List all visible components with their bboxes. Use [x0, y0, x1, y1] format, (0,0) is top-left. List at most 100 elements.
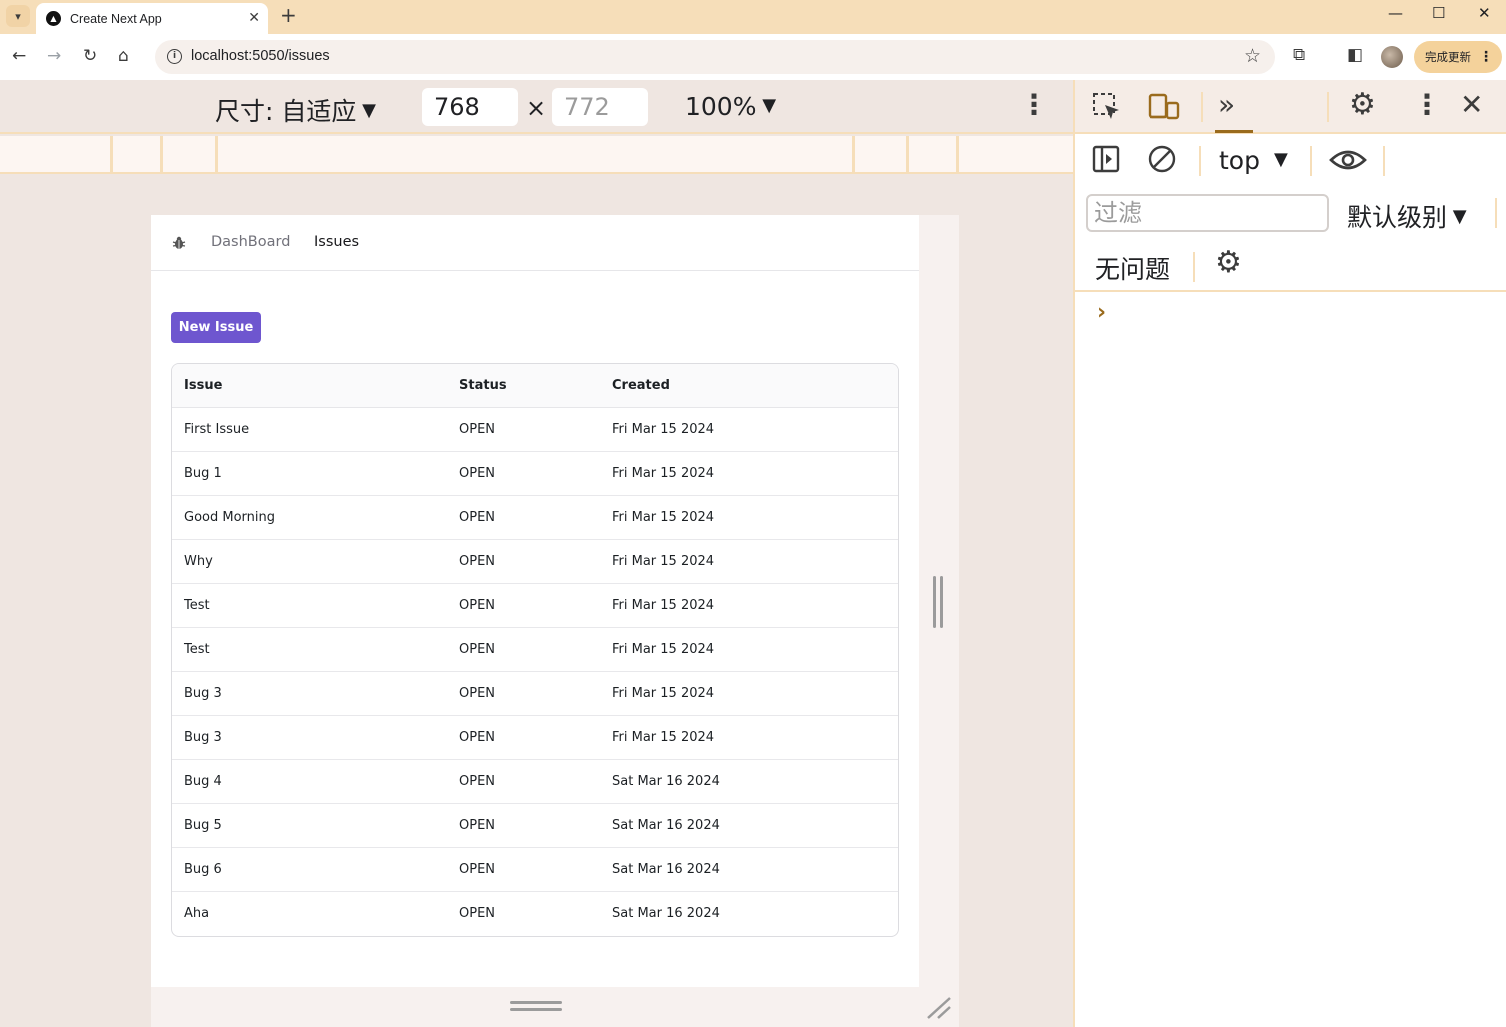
viewport-resize-corner-icon[interactable] [924, 994, 954, 1020]
table-row[interactable]: Bug 1 OPEN Fri Mar 15 2024 [172, 452, 898, 496]
issue-title-cell[interactable]: Aha [184, 906, 209, 921]
issue-title-cell[interactable]: First Issue [184, 422, 249, 437]
media-query-marker[interactable] [160, 136, 163, 172]
issues-table: Issue Status Created First Issue OPEN Fri … [171, 363, 899, 937]
extensions-icon[interactable]: ⧉ [1293, 45, 1305, 65]
more-vertical-icon[interactable]: ⋮ [1413, 90, 1441, 120]
issue-status-cell: OPEN [459, 554, 496, 569]
table-row[interactable]: Test OPEN Fri Mar 15 2024 [172, 584, 898, 628]
clear-console-icon[interactable] [1147, 144, 1177, 174]
console-filter-input[interactable]: 过滤 [1086, 194, 1329, 232]
issue-title-cell[interactable]: Bug 3 [184, 686, 222, 701]
more-vertical-icon[interactable]: ⋮ [1020, 90, 1048, 120]
settings-gear-icon[interactable]: ⚙ [1349, 90, 1376, 120]
nav-link-dashboard[interactable]: DashBoard [211, 234, 290, 250]
times-sign: × [526, 94, 547, 122]
context-select[interactable]: top ▼ [1219, 146, 1288, 175]
height-input[interactable] [552, 88, 648, 126]
reload-icon[interactable]: ↻ [83, 46, 97, 66]
table-row[interactable]: Test OPEN Fri Mar 15 2024 [172, 628, 898, 672]
forward-icon[interactable]: → [47, 46, 61, 66]
back-icon[interactable]: ← [12, 46, 26, 66]
table-row[interactable]: Aha OPEN Sat Mar 16 2024 [172, 892, 898, 936]
zoom-label: 100% [685, 92, 757, 121]
site-info-icon[interactable]: i [167, 49, 182, 64]
side-panel-icon[interactable]: ◧ [1347, 45, 1363, 65]
address-bar[interactable]: i localhost:5050/issues ☆ [155, 40, 1275, 74]
inspect-element-icon[interactable] [1091, 91, 1123, 123]
table-row[interactable]: Good Morning OPEN Fri Mar 15 2024 [172, 496, 898, 540]
url-text[interactable]: localhost:5050/issues [191, 48, 330, 64]
maximize-button[interactable]: ☐ [1432, 3, 1445, 23]
issue-created-cell: Sat Mar 16 2024 [612, 774, 720, 789]
toolbar-divider [1327, 92, 1329, 122]
minimize-button[interactable]: — [1388, 3, 1403, 23]
width-input[interactable] [422, 88, 518, 126]
table-row[interactable]: Bug 5 OPEN Sat Mar 16 2024 [172, 804, 898, 848]
app-page: DashBoard Issues New Issue Issue Status … [151, 215, 919, 987]
nextjs-favicon-icon: ▲ [46, 11, 61, 26]
issue-title-cell[interactable]: Why [184, 554, 213, 569]
media-query-marker[interactable] [956, 136, 959, 172]
issue-title-cell[interactable]: Test [184, 598, 210, 613]
console-settings-gear-icon[interactable]: ⚙ [1215, 248, 1242, 278]
issue-title-cell[interactable]: Bug 4 [184, 774, 222, 789]
tab-title: Create Next App [70, 11, 162, 26]
dimensions-select[interactable]: 尺寸: 自适应 ▼ [215, 92, 376, 128]
home-icon[interactable]: ⌂ [118, 46, 129, 66]
table-row[interactable]: Bug 4 OPEN Sat Mar 16 2024 [172, 760, 898, 804]
tab-search-button[interactable]: ▾ [6, 5, 30, 27]
issue-created-cell: Fri Mar 15 2024 [612, 730, 715, 745]
more-tabs-chevron-icon[interactable]: » [1218, 90, 1235, 120]
toolbar-divider [1495, 198, 1497, 228]
issue-status-cell: OPEN [459, 466, 496, 481]
issue-title-cell[interactable]: Bug 1 [184, 466, 222, 481]
media-query-marker[interactable] [110, 136, 113, 172]
live-expression-eye-icon[interactable] [1329, 146, 1367, 174]
media-query-bar[interactable] [0, 136, 1073, 174]
table-row[interactable]: Bug 6 OPEN Sat Mar 16 2024 [172, 848, 898, 892]
profile-avatar[interactable] [1381, 46, 1403, 68]
context-label: top [1219, 146, 1260, 175]
table-row[interactable]: First Issue OPEN Fri Mar 15 2024 [172, 408, 898, 452]
issue-created-cell: Sat Mar 16 2024 [612, 906, 720, 921]
bug-logo-icon[interactable] [171, 235, 187, 251]
log-level-select[interactable]: 默认级别 ▼ [1347, 198, 1467, 234]
issue-title-cell[interactable]: Bug 3 [184, 730, 222, 745]
new-issue-button[interactable]: New Issue [171, 312, 261, 343]
bookmark-star-icon[interactable]: ☆ [1244, 45, 1261, 67]
viewport-resize-handle-bottom[interactable] [510, 1001, 562, 1013]
tab-close-icon[interactable]: ✕ [248, 10, 260, 26]
device-toggle-icon[interactable] [1147, 91, 1181, 123]
media-query-marker[interactable] [215, 136, 218, 172]
issue-created-cell: Fri Mar 15 2024 [612, 642, 715, 657]
window-close-button[interactable]: ✕ [1478, 3, 1491, 23]
zoom-select[interactable]: 100% ▼ [685, 92, 776, 121]
toolbar-divider [1193, 252, 1195, 282]
table-header: Issue Status Created [172, 364, 898, 408]
issue-title-cell[interactable]: Bug 6 [184, 862, 222, 877]
browser-tab[interactable]: ▲ Create Next App ✕ [36, 3, 268, 34]
viewport-resize-handle-right[interactable] [932, 576, 944, 628]
issue-title-cell[interactable]: Bug 5 [184, 818, 222, 833]
issue-created-cell: Fri Mar 15 2024 [612, 598, 715, 613]
new-tab-button[interactable]: + [280, 4, 297, 26]
table-row[interactable]: Bug 3 OPEN Fri Mar 15 2024 [172, 672, 898, 716]
issue-title-cell[interactable]: Good Morning [184, 510, 275, 525]
update-label: 完成更新 [1425, 50, 1471, 64]
table-row[interactable]: Bug 3 OPEN Fri Mar 15 2024 [172, 716, 898, 760]
console-prompt-chevron-icon[interactable]: › [1097, 300, 1106, 325]
nav-link-issues[interactable]: Issues [314, 234, 359, 250]
table-row[interactable]: Why OPEN Fri Mar 15 2024 [172, 540, 898, 584]
issues-summary-row: 无问题 ⚙ [1075, 242, 1506, 292]
issue-status-cell: OPEN [459, 422, 496, 437]
no-issues-label[interactable]: 无问题 [1095, 250, 1170, 286]
media-query-marker[interactable] [906, 136, 909, 172]
issue-created-cell: Sat Mar 16 2024 [612, 862, 720, 877]
issue-title-cell[interactable]: Test [184, 642, 210, 657]
close-devtools-icon[interactable]: ✕ [1460, 90, 1483, 120]
sidebar-toggle-icon[interactable] [1091, 144, 1121, 174]
caret-down-icon: ▼ [756, 95, 777, 116]
update-button[interactable]: 完成更新 ⋮ [1414, 41, 1502, 73]
media-query-marker[interactable] [852, 136, 855, 172]
